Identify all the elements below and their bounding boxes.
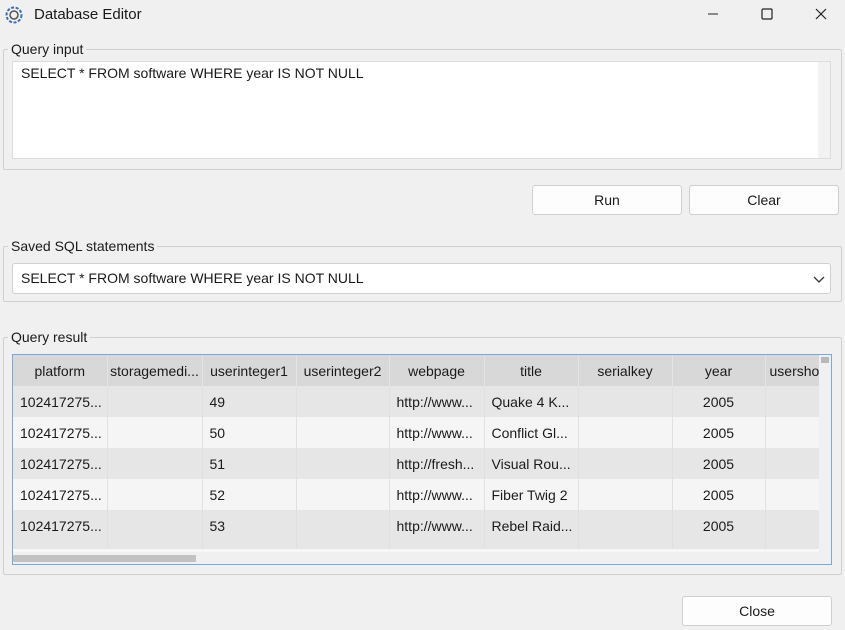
- column-header[interactable]: title: [484, 355, 579, 386]
- column-header[interactable]: year: [672, 355, 766, 386]
- table-cell[interactable]: http://www...: [389, 417, 485, 448]
- table-cell[interactable]: 2005: [672, 448, 766, 479]
- clear-button[interactable]: Clear: [689, 185, 839, 215]
- table-cell[interactable]: [578, 448, 673, 479]
- column-header[interactable]: userinteger2: [296, 355, 390, 386]
- table-cell[interactable]: 2005: [672, 510, 766, 541]
- table-cell[interactable]: [296, 417, 390, 448]
- table-cell[interactable]: 2005: [672, 479, 766, 510]
- table-cell[interactable]: http://www...: [389, 386, 485, 417]
- table-cell[interactable]: [578, 510, 673, 541]
- table-cell[interactable]: [296, 479, 390, 510]
- table-cell[interactable]: 50: [202, 417, 297, 448]
- query-scrollbar[interactable]: [818, 62, 830, 158]
- close-window-button[interactable]: [798, 0, 844, 30]
- table-cell[interactable]: [578, 386, 673, 417]
- chevron-down-icon: [812, 272, 826, 286]
- saved-sql-label: Saved SQL statements: [11, 238, 155, 254]
- table-row[interactable]: 102417275... 51 http://fresh... Visual R…: [13, 448, 831, 479]
- query-result-label: Query result: [11, 329, 88, 345]
- table-cell[interactable]: 102417275...: [13, 386, 108, 417]
- table-cell[interactable]: 49: [202, 386, 297, 417]
- table-cell[interactable]: [296, 448, 390, 479]
- table-cell[interactable]: [107, 479, 203, 510]
- column-header[interactable]: serialkey: [578, 355, 673, 386]
- table-cell[interactable]: 2005: [672, 386, 766, 417]
- table-cell[interactable]: 53: [202, 510, 297, 541]
- query-text: SELECT * FROM software WHERE year IS NOT…: [21, 65, 364, 81]
- column-header[interactable]: storagemedi...: [107, 355, 203, 386]
- close-button[interactable]: Close: [682, 596, 832, 626]
- maximize-button[interactable]: [744, 0, 790, 30]
- close-icon: [815, 7, 827, 23]
- table-cell[interactable]: Rebel Raid...: [484, 510, 579, 541]
- result-horizontal-scrollbar[interactable]: [13, 552, 819, 564]
- minimize-button[interactable]: [690, 0, 736, 30]
- horizontal-scroll-thumb[interactable]: [13, 555, 196, 562]
- table-cell[interactable]: Quake 4 K...: [484, 386, 579, 417]
- query-input-label: Query input: [11, 41, 84, 57]
- table-cell[interactable]: [296, 386, 390, 417]
- column-header[interactable]: webpage: [389, 355, 485, 386]
- table-cell[interactable]: [578, 479, 673, 510]
- table-header-row: platform storagemedi... userinteger1 use…: [13, 355, 831, 386]
- table-row[interactable]: [13, 541, 831, 549]
- table-cell[interactable]: http://www...: [389, 479, 485, 510]
- table-cell[interactable]: [578, 417, 673, 448]
- table-cell[interactable]: 51: [202, 448, 297, 479]
- table-row[interactable]: 102417275... 53 http://www... Rebel Raid…: [13, 510, 831, 541]
- table-cell[interactable]: Conflict Gl...: [484, 417, 579, 448]
- table-row[interactable]: 102417275... 49 http://www... Quake 4 K.…: [13, 386, 831, 417]
- table-cell[interactable]: [107, 417, 203, 448]
- result-table[interactable]: platform storagemedi... userinteger1 use…: [12, 354, 832, 565]
- query-textarea[interactable]: SELECT * FROM software WHERE year IS NOT…: [12, 61, 831, 159]
- table-cell[interactable]: 102417275...: [13, 510, 108, 541]
- saved-sql-dropdown[interactable]: SELECT * FROM software WHERE year IS NOT…: [12, 263, 831, 294]
- minimize-icon: [707, 7, 719, 23]
- table-cell[interactable]: 2005: [672, 417, 766, 448]
- column-header[interactable]: platform: [13, 355, 108, 386]
- title-bar: Database Editor: [0, 0, 845, 30]
- table-cell[interactable]: http://www...: [389, 510, 485, 541]
- table-cell[interactable]: [296, 510, 390, 541]
- table-cell[interactable]: 102417275...: [13, 448, 108, 479]
- table-cell[interactable]: 102417275...: [13, 479, 108, 510]
- table-row[interactable]: 102417275... 50 http://www... Conflict G…: [13, 417, 831, 448]
- table-cell[interactable]: [107, 448, 203, 479]
- table-row[interactable]: 102417275... 52 http://www... Fiber Twig…: [13, 479, 831, 510]
- column-header[interactable]: userinteger1: [202, 355, 297, 386]
- window-title: Database Editor: [34, 6, 142, 23]
- table-cell[interactable]: [107, 510, 203, 541]
- table-cell[interactable]: Visual Rou...: [484, 448, 579, 479]
- run-button[interactable]: Run: [532, 185, 682, 215]
- scroll-up-arrow-icon[interactable]: [821, 357, 829, 363]
- table-cell[interactable]: http://fresh...: [389, 448, 485, 479]
- maximize-icon: [761, 7, 773, 23]
- gear-icon: [4, 5, 24, 25]
- saved-sql-selected: SELECT * FROM software WHERE year IS NOT…: [21, 270, 364, 286]
- result-vertical-scrollbar[interactable]: [819, 355, 831, 564]
- table-cell[interactable]: Fiber Twig 2: [484, 479, 579, 510]
- table-cell[interactable]: [107, 386, 203, 417]
- table-cell[interactable]: 52: [202, 479, 297, 510]
- table-cell[interactable]: 102417275...: [13, 417, 108, 448]
